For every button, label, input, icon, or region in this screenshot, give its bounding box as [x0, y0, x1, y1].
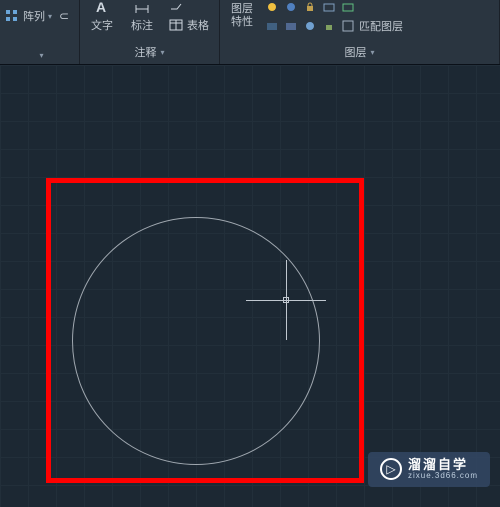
chevron-down-icon: ▾: [39, 51, 43, 60]
watermark-title: 溜溜自学: [408, 458, 478, 472]
dropdown-icon: ▾: [48, 12, 52, 21]
layer-off-icon[interactable]: [283, 0, 299, 15]
play-icon: ▷: [380, 458, 402, 480]
match-layer-button[interactable]: 匹配图层: [340, 18, 403, 34]
layer-unlock-icon[interactable]: [321, 18, 337, 34]
watermark-url: zixue.3d66.com: [408, 472, 478, 481]
table-label: 表格: [187, 17, 209, 33]
panel-annotation-title[interactable]: 注释 ▾: [84, 42, 215, 62]
drawing-canvas[interactable]: ▷ 溜溜自学 zixue.3d66.com: [0, 65, 500, 507]
layer-thaw-icon[interactable]: [302, 18, 318, 34]
text-label: 文字: [91, 17, 113, 33]
watermark: ▷ 溜溜自学 zixue.3d66.com: [368, 452, 490, 487]
layer-iso-icon[interactable]: [264, 18, 280, 34]
drawn-circle[interactable]: [72, 217, 320, 465]
ribbon-panel-layers: 图层 特性 匹配图层: [220, 0, 500, 64]
panel-modify-title[interactable]: ▾: [4, 49, 75, 62]
layer-uniso-icon[interactable]: [283, 18, 299, 34]
chevron-down-icon: ▾: [160, 48, 164, 57]
svg-text:⊂: ⊂: [59, 9, 69, 23]
text-icon: A: [94, 0, 110, 15]
ribbon-toolbar: 阵列 ▾ ⊂ ▾ A 文字 标注: [0, 0, 500, 65]
text-tool[interactable]: A 文字: [88, 0, 116, 33]
match-layer-icon: [340, 18, 356, 34]
layer-properties-button[interactable]: 图层 特性: [228, 3, 256, 29]
layer-more-icon[interactable]: [321, 0, 337, 15]
panel-layers-title[interactable]: 图层 ▾: [224, 42, 495, 62]
layer-lock-icon[interactable]: [302, 0, 318, 15]
ribbon-panel-modify: 阵列 ▾ ⊂ ▾: [0, 0, 80, 64]
leader-icon[interactable]: [168, 0, 184, 15]
array-label: 阵列: [23, 8, 45, 24]
table-tool[interactable]: 表格: [168, 17, 209, 33]
dimension-icon: [134, 0, 150, 15]
ribbon-panel-annotation: A 文字 标注 表格: [80, 0, 220, 64]
array-tool[interactable]: 阵列 ▾: [4, 8, 52, 24]
subset-icon[interactable]: ⊂: [58, 8, 74, 24]
dimension-label: 标注: [131, 17, 153, 33]
match-layer-label: 匹配图层: [359, 18, 403, 34]
svg-text:A: A: [96, 0, 106, 15]
table-icon: [168, 17, 184, 33]
array-icon: [4, 8, 20, 24]
chevron-down-icon: ▾: [370, 48, 374, 57]
layer-current-icon[interactable]: [340, 0, 356, 15]
dimension-tool[interactable]: 标注: [128, 0, 156, 33]
layer-freeze-icon[interactable]: [264, 0, 280, 15]
